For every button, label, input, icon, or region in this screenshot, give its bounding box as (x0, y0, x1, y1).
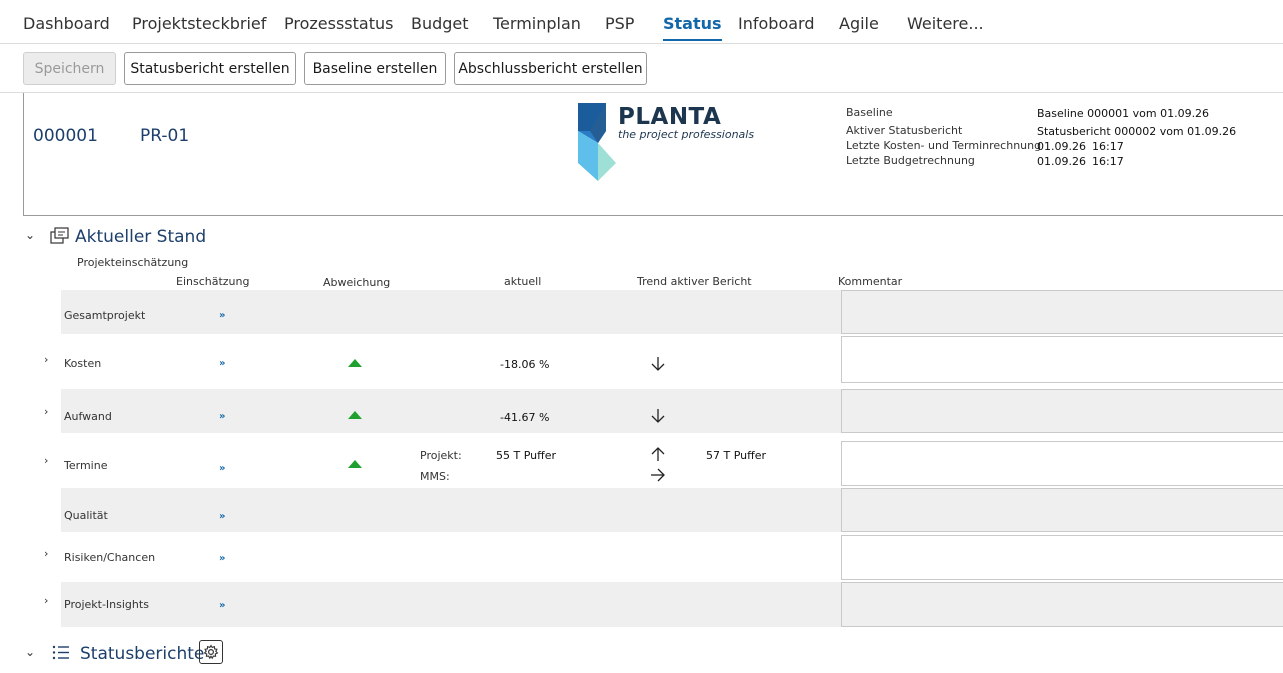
last-budget-calc-date: 01.09.26 (1037, 155, 1086, 168)
logo-name: PLANTA (618, 104, 722, 130)
collapse-reports-chevron-icon[interactable]: ⌄ (25, 645, 35, 659)
last-cost-calc-time: 16:17 (1092, 140, 1124, 153)
assessment-link-risiken[interactable]: » (219, 553, 225, 564)
trend-down-icon (651, 409, 665, 423)
current-value-kosten: -18.06 % (500, 358, 550, 371)
row-label-risiken: Risiken/Chancen (64, 551, 156, 564)
comment-insights[interactable] (841, 582, 1283, 627)
tab-weitere[interactable]: Weitere... (907, 14, 984, 33)
active-report-value: Statusbericht 000002 vom 01.09.26 (1037, 125, 1237, 138)
expand-kosten-chevron-icon[interactable]: › (44, 353, 48, 366)
row-label-insights: Projekt-Insights (64, 598, 149, 611)
row-label-kosten: Kosten (64, 357, 102, 370)
assessment-link-qualitaet[interactable]: » (219, 511, 225, 522)
planta-logo-icon (578, 103, 616, 181)
status-reports-title: Statusberichte (80, 644, 205, 664)
table-row (61, 582, 841, 627)
toolbar: Speichern Statusbericht erstellen Baseli… (0, 44, 1283, 93)
row-label-qualitaet: Qualität (64, 509, 108, 522)
last-budget-calc-time: 16:17 (1092, 155, 1124, 168)
assessment-link-insights[interactable]: » (219, 600, 225, 611)
deviation-up-icon (348, 411, 362, 419)
trend-right-icon (651, 468, 665, 482)
list-icon (52, 645, 69, 660)
create-baseline-button[interactable]: Baseline erstellen (304, 52, 446, 85)
tab-psp[interactable]: PSP (605, 14, 634, 33)
gear-icon (203, 644, 219, 660)
tab-prozessstatus[interactable]: Prozessstatus (284, 14, 393, 33)
expand-risiken-chevron-icon[interactable]: › (44, 547, 48, 560)
top-navigation: Dashboard Projektsteckbrief Prozessstatu… (0, 0, 1283, 44)
tab-budget[interactable]: Budget (411, 14, 469, 33)
create-final-report-button[interactable]: Abschlussbericht erstellen (454, 52, 647, 85)
project-buffer-value: 55 T Puffer (496, 449, 556, 462)
expand-insights-chevron-icon[interactable]: › (44, 594, 48, 607)
comment-qualitaet[interactable] (841, 488, 1283, 532)
last-cost-calc-label: Letzte Kosten- und Terminrechnung (846, 139, 1042, 152)
assessment-link-aufwand[interactable]: » (219, 411, 225, 422)
tab-projektsteckbrief[interactable]: Projektsteckbrief (132, 14, 266, 33)
tab-dashboard[interactable]: Dashboard (23, 14, 110, 33)
deviation-up-icon (348, 359, 362, 367)
save-button[interactable]: Speichern (23, 52, 116, 85)
col-current: aktuell (504, 275, 542, 288)
comment-risiken[interactable] (841, 535, 1283, 580)
expand-termine-chevron-icon[interactable]: › (44, 454, 48, 467)
project-assessment-label: Projekteinschätzung (77, 256, 189, 269)
last-budget-calc-label: Letzte Budgetrechnung (846, 154, 975, 167)
comment-aufwand[interactable] (841, 389, 1283, 433)
logo-tagline: the project professionals (618, 128, 755, 141)
table-row (61, 488, 841, 532)
last-cost-calc-date: 01.09.26 (1037, 140, 1086, 153)
status-report-icon (50, 227, 69, 244)
trend-buffer-value: 57 T Puffer (706, 449, 766, 462)
expand-aufwand-chevron-icon[interactable]: › (44, 405, 48, 418)
project-header: 000001 PR-01 PLANTA the project professi… (23, 93, 1283, 216)
trend-down-icon (651, 357, 665, 371)
comment-termine[interactable] (841, 441, 1283, 486)
assessment-link-termine[interactable]: » (219, 463, 225, 474)
project-code: PR-01 (140, 126, 190, 146)
tab-terminplan[interactable]: Terminplan (493, 14, 581, 33)
project-label: Projekt: (420, 449, 462, 462)
deviation-up-icon (348, 460, 362, 468)
mms-label: MMS: (420, 470, 450, 483)
trend-up-icon (651, 447, 665, 461)
comment-gesamtprojekt[interactable] (841, 290, 1283, 334)
project-id: 000001 (33, 126, 98, 146)
tab-infoboard[interactable]: Infoboard (738, 14, 814, 33)
create-status-report-button[interactable]: Statusbericht erstellen (124, 52, 296, 85)
row-label-gesamtprojekt: Gesamtprojekt (64, 309, 146, 322)
assessment-link-kosten[interactable]: » (219, 358, 225, 369)
assessment-link-gesamtprojekt[interactable]: » (219, 310, 225, 321)
col-comment: Kommentar (838, 275, 903, 288)
current-status-title: Aktueller Stand (75, 227, 207, 247)
collapse-current-chevron-icon[interactable]: ⌄ (25, 228, 35, 242)
row-label-termine: Termine (64, 459, 108, 472)
active-report-label: Aktiver Statusbericht (846, 124, 963, 137)
row-label-aufwand: Aufwand (64, 410, 112, 423)
col-trend: Trend aktiver Bericht (637, 275, 752, 288)
col-assessment: Einschätzung (176, 275, 250, 288)
table-row (61, 389, 841, 433)
col-deviation: Abweichung (323, 276, 391, 289)
table-row (61, 290, 841, 334)
tab-agile[interactable]: Agile (839, 14, 879, 33)
settings-button[interactable] (199, 640, 223, 664)
baseline-value: Baseline 000001 vom 01.09.26 (1037, 107, 1210, 120)
baseline-label: Baseline (846, 106, 893, 119)
planta-logo: PLANTA the project professionals (576, 101, 756, 183)
current-value-aufwand: -41.67 % (500, 411, 550, 424)
tab-status[interactable]: Status (663, 14, 722, 41)
comment-kosten[interactable] (841, 336, 1283, 383)
